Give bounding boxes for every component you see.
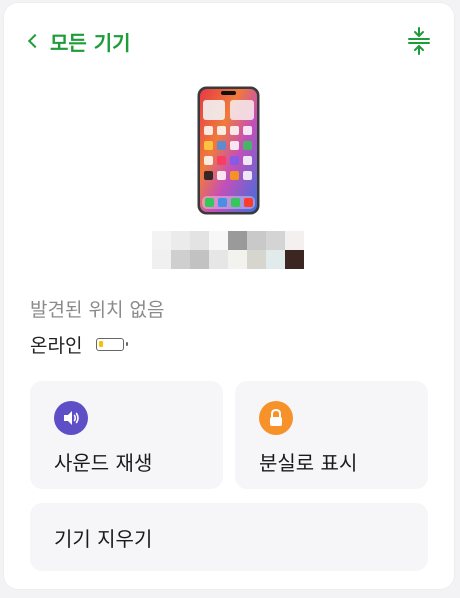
- collapse-icon[interactable]: [406, 27, 432, 55]
- back-to-all-devices-button[interactable]: 모든 기기: [26, 27, 131, 55]
- header: 모든 기기: [4, 3, 454, 79]
- play-sound-label: 사운드 재생: [54, 451, 153, 475]
- connection-status: 온라인: [30, 331, 129, 358]
- chevron-left-icon: [27, 33, 43, 49]
- play-sound-button[interactable]: 사운드 재생: [30, 381, 223, 489]
- mark-as-lost-button[interactable]: 분실로 표시: [235, 381, 428, 489]
- iphone-image: [197, 86, 260, 215]
- device-name-pixelated: [152, 231, 304, 269]
- device-detail-card: 모든 기기 발견된 위치 없음 온라인 사운드 재생 분실로 표시 기기 지우기: [4, 3, 454, 589]
- lock-icon: [259, 401, 293, 435]
- back-label: 모든 기기: [50, 30, 131, 55]
- battery-level-fill: [99, 341, 104, 347]
- battery-icon: [96, 338, 129, 351]
- erase-device-button[interactable]: 기기 지우기: [30, 503, 428, 571]
- speaker-icon: [54, 401, 88, 435]
- location-status-text: 발견된 위치 없음: [30, 299, 165, 321]
- connection-status-label: 온라인: [30, 335, 83, 357]
- mark-as-lost-label: 분실로 표시: [259, 451, 358, 475]
- erase-device-label: 기기 지우기: [54, 527, 153, 551]
